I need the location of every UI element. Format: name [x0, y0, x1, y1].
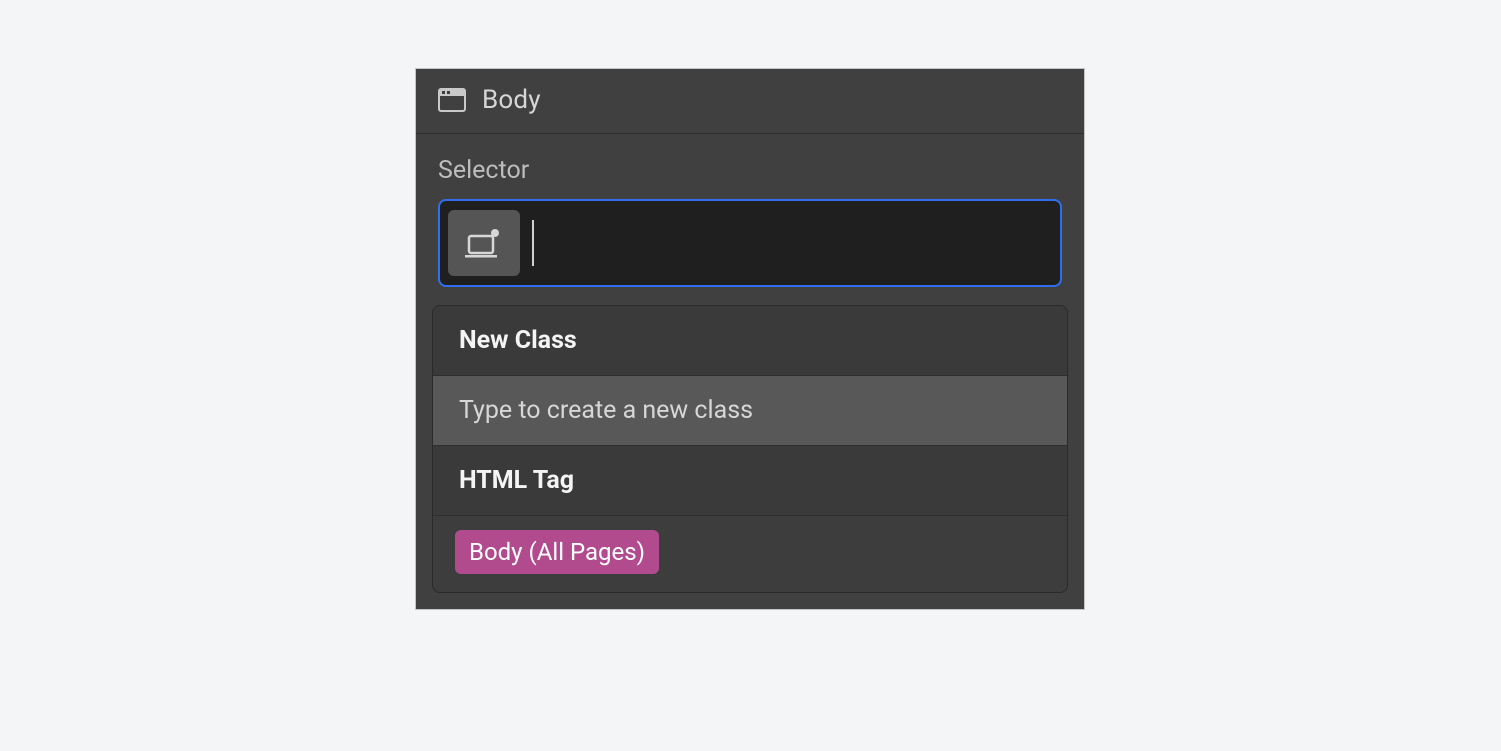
dropdown-heading-new-class: New Class — [433, 306, 1067, 376]
selector-input-wrap[interactable] — [438, 199, 1062, 287]
selector-dropdown: New Class Type to create a new class HTM… — [432, 305, 1068, 593]
body-element-icon — [438, 88, 466, 112]
html-tag-option-row[interactable]: Body (All Pages) — [433, 516, 1067, 592]
dropdown-heading-html-tag: HTML Tag — [433, 446, 1067, 516]
selector-label: Selector — [416, 134, 1084, 199]
new-class-hint-option[interactable]: Type to create a new class — [433, 376, 1067, 446]
style-panel: Body Selector New Class Type to create a… — [416, 69, 1084, 609]
element-header: Body — [416, 69, 1084, 134]
element-name: Body — [482, 85, 541, 115]
body-all-pages-tag[interactable]: Body (All Pages) — [455, 530, 659, 574]
